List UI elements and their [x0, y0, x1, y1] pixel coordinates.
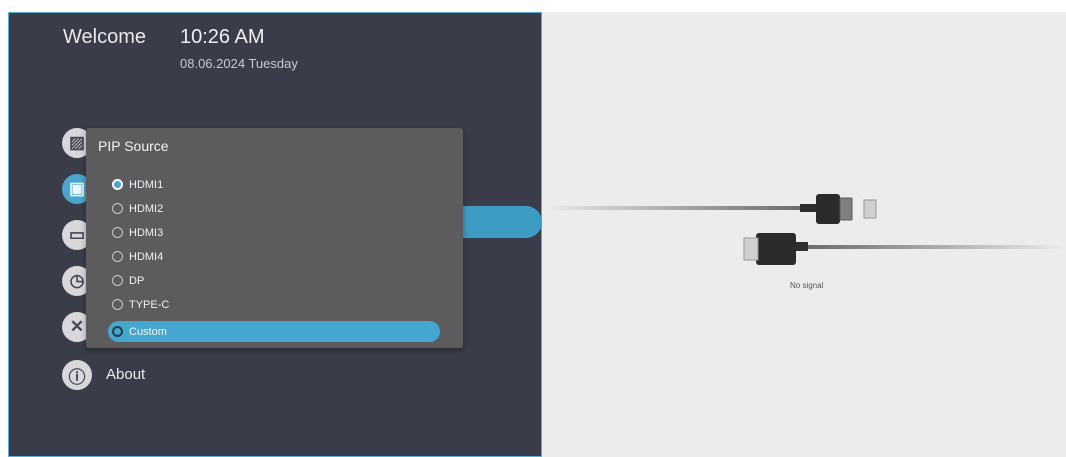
cable-bottom [806, 245, 1066, 249]
dialog-title: PIP Source [98, 138, 169, 154]
option-dp[interactable]: DP [108, 270, 440, 291]
option-hdmi3[interactable]: HDMI3 [108, 222, 440, 243]
hdmi-plug-top [816, 194, 840, 224]
option-label: HDMI1 [129, 178, 164, 191]
radio-icon [112, 275, 123, 286]
radio-icon [112, 251, 123, 262]
option-type-c[interactable]: TYPE-C [108, 294, 440, 315]
clock-date: 08.06.2024 Tuesday [180, 56, 298, 71]
option-hdmi1[interactable]: HDMI1 [108, 174, 440, 195]
radio-icon [112, 227, 123, 238]
option-label: Custom [129, 325, 167, 338]
radio-icon [112, 203, 123, 214]
radio-icon [112, 299, 123, 310]
option-hdmi2[interactable]: HDMI2 [108, 198, 440, 219]
clock-time: 10:26 AM [180, 26, 265, 48]
welcome-text: Welcome [63, 26, 146, 48]
option-label: HDMI2 [129, 202, 164, 215]
radio-icon [112, 326, 123, 337]
cable-top [542, 206, 802, 210]
option-label: DP [129, 274, 145, 287]
pip-source-dialog: PIP Source HDMI1 HDMI2 HDMI3 HDMI4 DP TY… [86, 128, 463, 348]
hdmi-plug-bottom [756, 233, 796, 265]
option-label: TYPE-C [129, 298, 170, 311]
option-custom[interactable]: Custom [108, 321, 440, 342]
info-icon[interactable]: ⓘ [62, 360, 92, 390]
option-label: HDMI3 [129, 226, 164, 239]
hdmi-cables-illustration [542, 194, 1066, 265]
radio-icon [112, 179, 123, 190]
option-hdmi4[interactable]: HDMI4 [108, 246, 440, 267]
menu-item-about[interactable]: About [106, 366, 145, 383]
option-label: HDMI4 [129, 250, 164, 263]
no-signal-text: No signal [790, 281, 824, 290]
